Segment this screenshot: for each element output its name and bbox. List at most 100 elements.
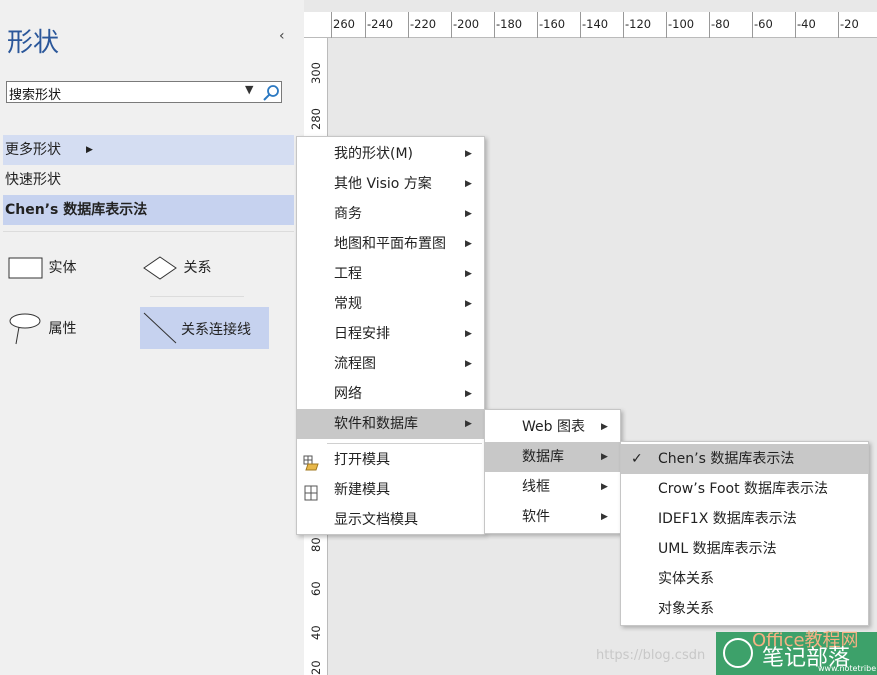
menu-item-label: 常规 (334, 296, 362, 312)
stencil-connector[interactable]: 关系连接线 (140, 307, 269, 349)
ruler-tick-label: -80 (711, 17, 730, 31)
more-shapes-item[interactable]: 更多形状 ▶ (3, 135, 294, 165)
menu-item[interactable]: 数据库 ▶ (485, 442, 620, 472)
menu-item[interactable]: 工程 ▶ (297, 259, 484, 289)
ruler-tick-label: -200 (453, 17, 480, 31)
more-shapes-label: 更多形状 (5, 142, 61, 158)
submenu-arrow-icon: ▶ (601, 452, 608, 462)
submenu-arrow-icon: ▶ (601, 422, 608, 432)
watermark-site: www.notetribe.com (818, 664, 877, 673)
menu-item-label: 地图和平面布置图 (334, 236, 446, 252)
menu-item[interactable]: Web 图表 ▶ (485, 412, 620, 442)
show-document-stencil-item[interactable]: 显示文档模具 (297, 505, 484, 535)
menu-item[interactable]: Crow’s Foot 数据库表示法 (621, 474, 868, 504)
ruler-tick (537, 12, 538, 38)
menu-item[interactable]: 其他 Visio 方案 ▶ (297, 169, 484, 199)
stencil-label: 关系连接线 (181, 322, 251, 338)
ruler-tick (709, 12, 710, 38)
submenu-arrow-icon: ▶ (86, 145, 93, 155)
menu-item-label: 商务 (334, 206, 362, 222)
ruler-tick-label: 280 (309, 108, 323, 130)
collapse-pane-button[interactable]: ‹ (279, 28, 291, 44)
menu-item-label: 流程图 (334, 356, 376, 372)
ruler-tick-label: -40 (797, 17, 816, 31)
menu-item[interactable]: 实体关系 (621, 564, 868, 594)
menu-item-label: IDEF1X 数据库表示法 (658, 511, 797, 527)
menu-item-label: 其他 Visio 方案 (334, 176, 432, 192)
menu-item[interactable]: 常规 ▶ (297, 289, 484, 319)
stencil-label: 属性 (48, 321, 77, 337)
submenu-arrow-icon: ▶ (465, 209, 472, 219)
divider (3, 231, 294, 232)
search-input[interactable]: 搜索形状 (9, 84, 61, 103)
quick-shapes-item[interactable]: 快速形状 (3, 165, 294, 195)
ellipse-shape-icon (9, 313, 41, 345)
ruler-tick-label: 300 (309, 62, 323, 84)
menu-item[interactable]: IDEF1X 数据库表示法 (621, 504, 868, 534)
stencil-attribute[interactable]: 属性 (8, 312, 77, 345)
menu-item[interactable]: 对象关系 (621, 594, 868, 624)
search-box[interactable]: 搜索形状 ▼ (6, 81, 282, 103)
software-database-submenu: Web 图表 ▶ 数据库 ▶ 线框 ▶ 软件 ▶ (484, 409, 621, 534)
menu-item-label: 工程 (334, 266, 362, 282)
menu-item[interactable]: 软件和数据库 ▶ (297, 409, 484, 439)
ruler-tick-label: 80 (309, 537, 323, 552)
menu-item[interactable]: ✓ Chen’s 数据库表示法 (621, 444, 868, 474)
more-shapes-menu: 我的形状(M) ▶ 其他 Visio 方案 ▶ 商务 ▶ 地图和平面布置图 ▶ 工程 ▶ 常规 ▶ 日程… (296, 136, 485, 535)
open-stencil-item[interactable]: 打开模具 (297, 445, 484, 475)
menu-item-label: 实体关系 (658, 571, 714, 587)
chen-stencil-item[interactable]: Chen’s 数据库表示法 (3, 195, 294, 225)
ruler-tick-label: -160 (539, 17, 566, 31)
menu-item[interactable]: 地图和平面布置图 ▶ (297, 229, 484, 259)
menu-item[interactable]: 日程安排 ▶ (297, 319, 484, 349)
submenu-arrow-icon: ▶ (465, 149, 472, 159)
menu-item[interactable]: 软件 ▶ (485, 502, 620, 532)
search-dropdown-icon[interactable]: ▼ (245, 83, 253, 96)
submenu-arrow-icon: ▶ (465, 329, 472, 339)
stencil-label: 关系 (183, 260, 212, 276)
ruler-tick-label: -140 (582, 17, 609, 31)
ruler-tick (838, 12, 839, 38)
submenu-arrow-icon: ▶ (601, 482, 608, 492)
stencil-entity[interactable]: 实体 (8, 253, 76, 283)
menu-item-label: 显示文档模具 (334, 512, 418, 528)
submenu-arrow-icon: ▶ (465, 299, 472, 309)
stencil-relation[interactable]: 关系 (143, 253, 211, 283)
ruler-tick (623, 12, 624, 38)
menu-item-label: Crow’s Foot 数据库表示法 (658, 481, 829, 497)
menu-item[interactable]: 商务 ▶ (297, 199, 484, 229)
menu-item[interactable]: 网络 ▶ (297, 379, 484, 409)
new-stencil-item[interactable]: 新建模具 (297, 475, 484, 505)
ruler-tick (752, 12, 753, 38)
database-submenu: ✓ Chen’s 数据库表示法 Crow’s Foot 数据库表示法 IDEF1X 数… (620, 441, 869, 626)
menu-item-label: UML 数据库表示法 (658, 541, 777, 557)
rectangle-shape-icon (8, 257, 43, 279)
ruler-tick-label: -100 (668, 17, 695, 31)
ruler-tick-label: 260 (333, 17, 355, 31)
ruler-tick (451, 12, 452, 38)
ruler-tick (331, 12, 332, 38)
ruler-tick-label: -20 (840, 17, 859, 31)
pane-title: 形状 (7, 28, 60, 58)
watermark-url: https://blog.csdn (596, 648, 706, 663)
new-stencil-icon (303, 482, 319, 501)
search-icon[interactable] (262, 84, 280, 102)
horizontal-ruler: 260 -240 -220 -200 -180 -160 -140 -120 -100 -80 -6… (304, 12, 877, 38)
menu-item[interactable]: 线框 ▶ (485, 472, 620, 502)
ruler-tick-label: 60 (309, 581, 323, 596)
submenu-arrow-icon: ▶ (601, 512, 608, 522)
menu-item-label: 线框 (522, 479, 550, 495)
ruler-tick (795, 12, 796, 38)
menu-item-label: 软件 (522, 509, 550, 525)
ruler-tick-label: -180 (496, 17, 523, 31)
shapes-pane: 形状 ‹ 搜索形状 ▼ 更多形状 ▶ 快速形状 Chen’s 数据库表示法 实体… (0, 0, 304, 675)
open-stencil-icon (303, 452, 319, 471)
ruler-tick-label: 20 (309, 660, 323, 675)
submenu-arrow-icon: ▶ (465, 269, 472, 279)
menu-item[interactable]: 流程图 ▶ (297, 349, 484, 379)
ruler-tick (408, 12, 409, 38)
menu-item[interactable]: 我的形状(M) ▶ (297, 139, 484, 169)
pen-logo-icon (723, 638, 753, 668)
menu-item-label: 日程安排 (334, 326, 390, 342)
menu-item[interactable]: UML 数据库表示法 (621, 534, 868, 564)
